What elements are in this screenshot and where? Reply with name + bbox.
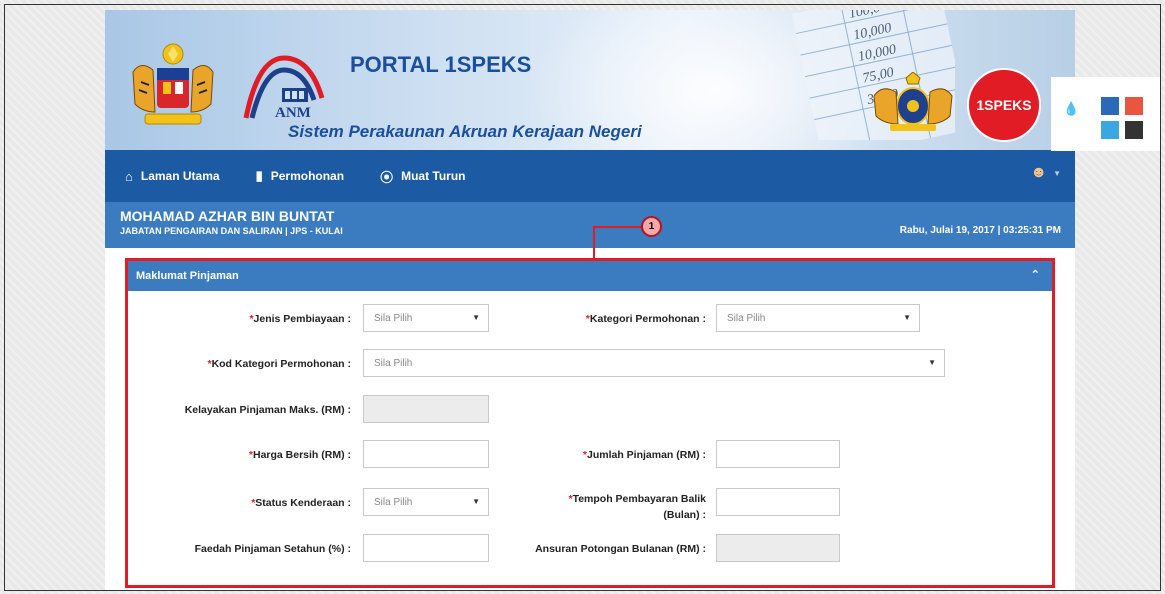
label-status-kenderaan: *Status Kenderaan : bbox=[251, 497, 351, 509]
chevron-up-icon[interactable]: ⌃ bbox=[1031, 268, 1040, 281]
malaysia-crest-icon bbox=[132, 43, 214, 125]
theme-switcher: 💧 bbox=[1051, 77, 1160, 151]
chevron-down-icon: ▼ bbox=[928, 358, 936, 367]
current-datetime: Rabu, Julai 19, 2017 | 03:25:31 PM bbox=[899, 225, 1061, 236]
anm-label: ANM bbox=[275, 105, 311, 121]
avatar-icon: ☻ bbox=[1030, 164, 1048, 181]
portal-subtitle: Sistem Perakaunan Akruan Kerajaan Negeri bbox=[288, 122, 642, 141]
color-drop-icon[interactable]: 💧 bbox=[1063, 101, 1079, 117]
label-faedah: Faedah Pinjaman Setahun (%) : bbox=[194, 543, 351, 555]
nav-label: Laman Utama bbox=[140, 169, 220, 183]
input-faedah[interactable] bbox=[363, 534, 489, 562]
chevron-down-icon: ▼ bbox=[1053, 168, 1061, 178]
callout-marker: 1 bbox=[641, 216, 662, 237]
home-icon: ⌂ bbox=[125, 168, 133, 184]
nav-label: Muat Turun bbox=[401, 169, 466, 183]
input-jumlah-pinjaman[interactable] bbox=[716, 440, 840, 468]
nav-laman-utama[interactable]: ⌂ Laman Utama bbox=[125, 169, 220, 184]
select-jenis-pembiayaan[interactable]: Sila Pilih ▼ bbox=[363, 304, 489, 332]
panel-header[interactable]: Maklumat Pinjaman ⌃ bbox=[128, 261, 1052, 291]
nav-permohonan[interactable]: ▮ Permohonan bbox=[256, 168, 345, 184]
label-jenis-pembiayaan: *Jenis Pembiayaan : bbox=[249, 313, 351, 325]
theme-swatch-dark[interactable] bbox=[1125, 121, 1143, 139]
loan-info-panel: Maklumat Pinjaman ⌃ *Jenis Pembiayaan : … bbox=[125, 258, 1055, 588]
theme-swatch-red[interactable] bbox=[1125, 97, 1143, 115]
nav-muat-turun[interactable]: ⦿ Muat Turun bbox=[380, 167, 465, 186]
input-tempoh[interactable] bbox=[716, 488, 840, 516]
label-ansuran: Ansuran Potongan Bulanan (RM) : bbox=[535, 543, 706, 555]
theme-swatch-blue[interactable] bbox=[1101, 97, 1119, 115]
input-ansuran bbox=[716, 534, 840, 562]
user-info-bar: MOHAMAD AZHAR BIN BUNTAT JABATAN PENGAIR… bbox=[105, 202, 1075, 248]
header-banner: ANM PORTAL 1SPEKS Sistem Perakaunan Akru… bbox=[105, 10, 1075, 150]
label-jumlah-pinjaman: *Jumlah Pinjaman (RM) : bbox=[582, 449, 706, 461]
label-kategori-permohonan: *Kategori Permohonan : bbox=[585, 313, 706, 325]
nav-label: Permohonan bbox=[270, 169, 345, 183]
callout-connector bbox=[593, 226, 643, 228]
input-kelayakan bbox=[363, 395, 489, 423]
portal-title: PORTAL 1SPEKS bbox=[350, 52, 532, 77]
panel-title: Maklumat Pinjaman bbox=[136, 270, 239, 282]
chevron-down-icon: ▼ bbox=[903, 313, 911, 322]
johor-crest-icon bbox=[873, 72, 953, 131]
1speks-badge: 1SPEKS bbox=[967, 68, 1041, 142]
screenshot-frame: ANM PORTAL 1SPEKS Sistem Perakaunan Akru… bbox=[4, 4, 1161, 591]
chevron-down-icon: ▼ bbox=[472, 497, 480, 506]
download-icon: ⦿ bbox=[380, 169, 394, 185]
chevron-down-icon: ▼ bbox=[472, 313, 480, 322]
select-status-kenderaan[interactable]: Sila Pilih ▼ bbox=[363, 488, 489, 516]
label-kod-kategori: *Kod Kategori Permohonan : bbox=[207, 358, 351, 370]
book-icon: ▮ bbox=[255, 168, 263, 183]
theme-swatch-lightblue[interactable] bbox=[1101, 121, 1119, 139]
user-department: JABATAN PENGAIRAN DAN SALIRAN | JPS - KU… bbox=[120, 226, 343, 236]
select-kategori-permohonan[interactable]: Sila Pilih ▼ bbox=[716, 304, 920, 332]
page-container: ANM PORTAL 1SPEKS Sistem Perakaunan Akru… bbox=[105, 10, 1075, 590]
user-name: MOHAMAD AZHAR BIN BUNTAT bbox=[120, 208, 335, 224]
main-navbar: ⌂ Laman Utama ▮ Permohonan ⦿ Muat Turun … bbox=[105, 150, 1075, 202]
label-harga-bersih: *Harga Bersih (RM) : bbox=[248, 449, 351, 461]
label-tempoh: *Tempoh Pembayaran Balik (Bulan) : bbox=[568, 493, 706, 521]
input-harga-bersih[interactable] bbox=[363, 440, 489, 468]
label-kelayakan: Kelayakan Pinjaman Maks. (RM) : bbox=[184, 404, 351, 416]
callout-connector bbox=[593, 226, 595, 259]
user-menu[interactable]: ☻ ▼ bbox=[1030, 164, 1061, 182]
select-kod-kategori[interactable]: Sila Pilih ▼ bbox=[363, 349, 945, 377]
